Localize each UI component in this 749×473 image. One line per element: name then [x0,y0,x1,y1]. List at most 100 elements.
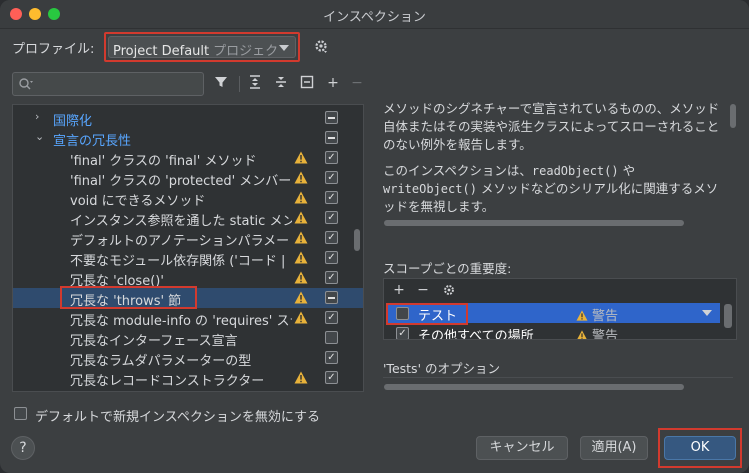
inspection-tree[interactable]: › 国際化 ⌄ 宣言の冗長性'final' クラスの 'final' メソッド ✓'fi… [12,104,364,392]
warning-icon [294,151,308,164]
tree-row-label: デフォルトのアノテーションパラメー [70,234,290,249]
search-input[interactable] [12,72,204,96]
apply-button[interactable]: 適用(A) [580,436,648,460]
tree-row[interactable]: 冗長なラムダパラメーターの型 ✓ [13,348,363,369]
profile-hint: プロジェク [213,44,279,59]
enable-checkbox[interactable]: ✓ [325,251,338,264]
code-readobject: readObject() [531,164,619,178]
filter-icon[interactable] [212,74,230,92]
warning-icon [294,371,308,384]
tree-row[interactable]: 'final' クラスの 'final' メソッド ✓ [13,148,363,169]
warning-icon [294,311,308,324]
options-label: 'Tests' のオプション [383,361,500,376]
description-scrollbar-horizontal[interactable] [384,220,684,226]
description-text: や [618,163,636,178]
tree-row[interactable]: 冗長なインターフェース宣言 [13,328,363,349]
tree-row-label: 冗長なレコードコンストラクター [70,374,265,389]
collapse-all-icon[interactable] [272,74,290,92]
tree-row-label: 'final' クラスの 'final' メソッド [70,154,257,169]
enable-checkbox[interactable] [325,291,338,304]
tree-row[interactable]: 'final' クラスの 'protected' メンバー ✓ [13,168,363,189]
tree-row[interactable]: void にできるメソッド ✓ [13,188,363,209]
description-text: このインスペクションは、 [383,163,532,178]
warning-icon [294,251,308,264]
enable-checkbox[interactable]: ✓ [325,191,338,204]
ok-highlight-box [658,428,742,468]
warning-icon [294,171,308,184]
warning-icon [294,291,308,304]
profile-dropdown[interactable]: Project Default プロジェク [108,36,296,59]
scope-severity-label: スコープごとの重要度: [383,261,512,276]
tree-row[interactable]: インスタンス参照を通した static メン ✓ [13,208,363,229]
warning-icon [577,330,587,339]
enable-checkbox[interactable]: ✓ [325,351,338,364]
tree-row[interactable]: 冗長なレコードコンストラクター ✓ [13,368,363,389]
warning-icon [294,271,308,284]
tree-row-label: 冗長な module-info の 'requires' ステ [70,314,292,329]
search-icon [19,78,33,90]
chevron-down-icon[interactable] [702,310,712,316]
tree-category[interactable]: ⌄ 宣言の冗長性 [13,128,363,149]
remove-scope-icon[interactable]: − [416,283,430,297]
severity-level: 警告 [592,309,619,324]
enable-checkbox[interactable] [325,111,338,124]
disable-new-inspections-label: デフォルトで新規インスペクションを無効にする [35,410,320,425]
options-divider [383,377,733,378]
description-paragraph-2: このインスペクションは、readObject() や writeObject()… [383,162,721,216]
severity-level: 警告 [592,329,619,340]
cancel-button[interactable]: キャンセル [476,436,568,460]
severity-dropdown[interactable]: 警告 [576,325,619,340]
enable-checkbox[interactable]: ✓ [325,231,338,244]
expand-all-icon[interactable] [246,74,264,92]
tree-row-label: void にできるメソッド [70,194,206,209]
window-title: インスペクション [323,10,426,25]
description-scrollbar-vertical[interactable] [730,104,736,128]
scope-settings-icon[interactable] [442,283,456,297]
scope-checkbox[interactable]: ✓ [396,327,409,339]
enable-checkbox[interactable]: ✓ [325,151,338,164]
tree-row-label: 冗長なインターフェース宣言 [70,334,238,349]
enable-checkbox[interactable]: ✓ [325,171,338,184]
throws-highlight-box [60,286,197,309]
enable-checkbox[interactable]: ✓ [325,271,338,284]
warning-icon [294,191,308,204]
chevron-down-icon[interactable]: ⌄ [35,131,45,142]
enable-checkbox[interactable] [325,331,338,344]
disable-new-inspections-checkbox[interactable] [14,407,27,420]
scope-row[interactable]: ✓ その他すべての場所 警告 [386,323,720,340]
tree-category[interactable]: › 国際化 [13,108,363,129]
tree-row-label: 不要なモジュール依存関係 ('コード | [70,254,286,269]
remove-icon[interactable]: − [348,74,366,92]
tree-row-label: 'final' クラスの 'protected' メンバー [70,174,292,189]
code-writeobject: writeObject() [383,182,477,196]
profile-label: プロファイル: [12,42,95,57]
scope-name: その他すべての場所 [418,329,534,340]
severity-dropdown[interactable]: 警告 [576,305,618,324]
tree-row-label: 冗長なラムダパラメーターの型 [70,354,252,369]
gear-icon[interactable] [313,38,329,54]
description-paragraph-1: メソッドのシグネチャーで宣言されているものの、メソッド自体またはその実装や派生ク… [383,101,720,152]
enable-checkbox[interactable]: ✓ [325,371,338,384]
enable-checkbox[interactable] [325,131,338,144]
inspection-dialog: インスペクション プロファイル: Project Default プロジェク + … [0,0,749,473]
enable-checkbox[interactable]: ✓ [325,311,338,324]
warning-icon [294,211,308,224]
title-bar: インスペクション [0,0,749,29]
enable-checkbox[interactable]: ✓ [325,211,338,224]
warning-icon [576,310,588,321]
add-scope-icon[interactable]: + [392,283,406,297]
tree-row[interactable]: 不要なモジュール依存関係 ('コード | ✓ [13,248,363,269]
tree-row[interactable]: 冗長な 'close()' ✓ [13,268,363,289]
add-icon[interactable]: + [324,74,342,92]
warning-icon [294,231,308,244]
scope-scrollbar[interactable] [724,304,732,328]
reset-icon[interactable] [298,74,316,92]
tree-row[interactable]: 冗長な module-info の 'requires' ステ ✓ [13,308,363,329]
tree-scrollbar[interactable] [354,229,360,251]
help-button[interactable]: ? [11,436,35,460]
chevron-down-icon [279,45,289,51]
options-scrollbar[interactable] [384,384,684,390]
chevron-right-icon[interactable]: › [35,111,45,122]
test-scope-highlight-box [386,303,468,325]
tree-row[interactable]: デフォルトのアノテーションパラメー ✓ [13,228,363,249]
